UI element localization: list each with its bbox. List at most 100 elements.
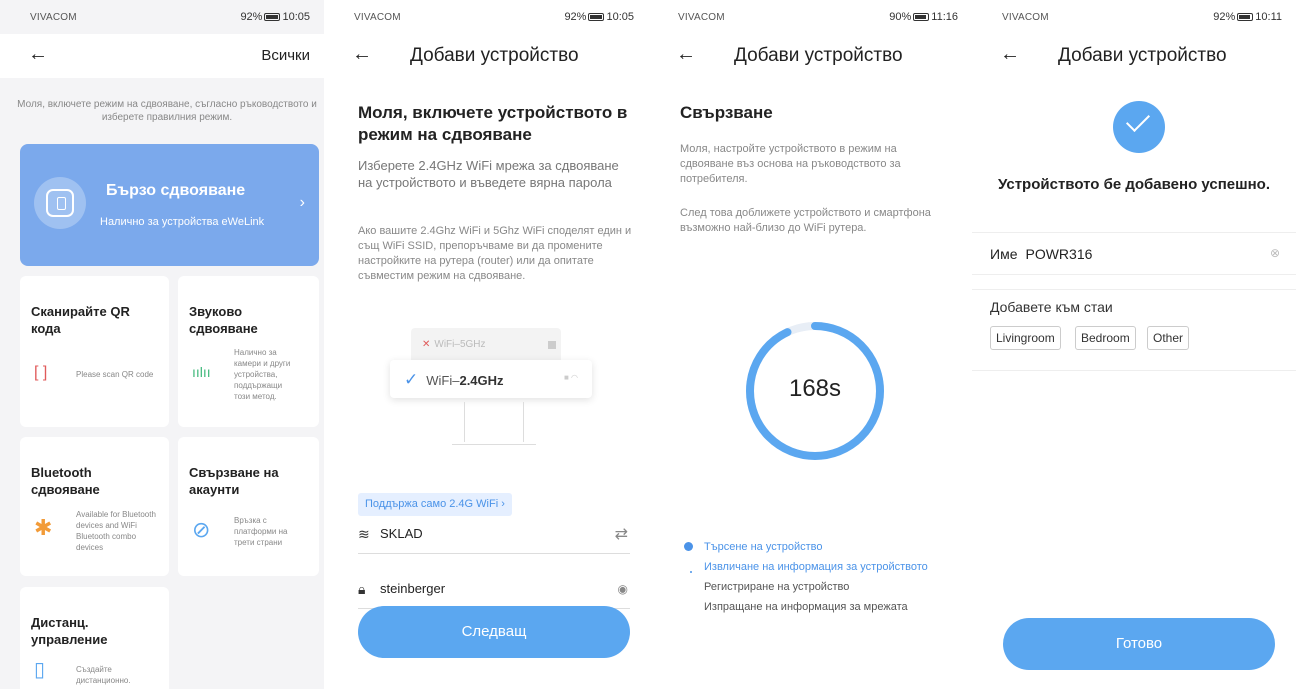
clock: 10:05 — [606, 11, 634, 23]
screen-success: VIVACOM 92% 10:11 ← Добави устройство Уст… — [972, 0, 1296, 689]
link-icon: ⊘ — [192, 517, 211, 542]
battery-percent: 90% — [889, 11, 912, 23]
device-name-row[interactable]: Име POWR316 — [990, 246, 1092, 262]
status-bar: VIVACOM 92% 10:05 — [324, 0, 648, 34]
pairing-subheading: Изберете 2.4GHz WiFi мрежа за сдвояване … — [358, 158, 619, 190]
eye-icon[interactable]: ◉ — [618, 582, 628, 596]
connecting-title: Свързване — [680, 103, 773, 122]
check-icon: ✓ — [404, 370, 419, 389]
device-name-label: Име — [990, 246, 1018, 262]
battery-icon — [588, 13, 605, 21]
carrier-label: VIVACOM — [354, 12, 401, 23]
bluetooth-icon: ✱ — [34, 515, 53, 540]
account-link-card[interactable]: Свързване на акаунти ⊘ Връзка с платформ… — [178, 437, 319, 576]
quick-pairing-card[interactable]: Бързо сдвояване Налично за устройства eW… — [20, 144, 319, 266]
password-field[interactable]: 🔒︎ steinberger ◉ — [358, 573, 630, 609]
chevron-right-icon: › — [299, 194, 305, 211]
sound-pairing-title: Звуково сдвояване — [189, 304, 258, 336]
connecting-instruction-1: Моля, настройте устройството в режим на … — [680, 143, 901, 185]
screen-connecting: VIVACOM 90% 11:16 ← Добави устройство Свъ… — [648, 0, 972, 689]
bluetooth-pairing-title: Bluetooth сдвояване — [31, 465, 100, 497]
remote-icon: ▯ — [34, 659, 46, 681]
support-24g-badge[interactable]: Поддържа само 2.4G WiFi › — [358, 493, 512, 516]
app-bar: ← Добави устройство — [648, 34, 972, 78]
device-name-input[interactable]: POWR316 — [1025, 246, 1092, 262]
sound-pairing-desc: Налично за камери и други устройства, по… — [234, 348, 291, 401]
page-title: Добави устройство — [1058, 45, 1227, 66]
screen-pairing-methods: VIVACOM 92% 10:05 ← Всички Моля, включете… — [0, 0, 324, 689]
wifi-icon: ≋ — [358, 526, 370, 542]
status-right: 90% 11:16 — [889, 11, 958, 23]
remote-control-card[interactable]: Дистанц. управление ▯ Създайте дистанцио… — [20, 587, 169, 689]
battery-icon — [264, 13, 281, 21]
step-send-network: Изпращане на информация за мрежата — [704, 601, 908, 613]
wifi-note: Ако вашите 2.4Ghz WiFi и 5Ghz WiFi споде… — [358, 225, 632, 282]
back-arrow-icon[interactable]: ← — [1000, 42, 1020, 66]
qr-scan-icon: [ ] — [34, 364, 48, 381]
page-title: Добави устройство — [410, 45, 579, 66]
room-chip-other[interactable]: Other — [1147, 326, 1190, 350]
pairing-heading: Моля, включете устройството в режим на с… — [358, 103, 628, 144]
status-bar: VIVACOM 92% 10:05 — [0, 0, 324, 34]
clock: 10:05 — [282, 11, 310, 23]
sound-wave-icon: ıılıı — [192, 364, 211, 380]
status-bar: VIVACOM 92% 10:11 — [972, 0, 1296, 34]
qr-scan-card[interactable]: Сканирайте QR кода [ ] Please scan QR co… — [20, 276, 169, 427]
clock: 11:16 — [931, 11, 958, 23]
quick-pairing-title: Бързо сдвояване — [106, 182, 246, 199]
next-button[interactable]: Следващ — [358, 606, 630, 658]
battery-icon — [913, 13, 930, 21]
account-link-desc: Връзка с платформи на трети страни — [234, 516, 288, 547]
step-register-device: Регистриране на устройство — [704, 581, 850, 593]
sound-pairing-card[interactable]: Звуково сдвояване ıılıı Налично за камер… — [178, 276, 319, 427]
bluetooth-pairing-card[interactable]: Bluetooth сдвояване ✱ Available for Blue… — [20, 437, 169, 576]
battery-icon — [1237, 13, 1254, 21]
countdown-value: 168s — [788, 375, 842, 402]
status-right: 92% 10:05 — [564, 11, 634, 23]
lock-icon — [548, 341, 556, 349]
success-message: Устройството бе добавено успешно. — [997, 176, 1271, 193]
app-bar: ← Добави устройство — [972, 34, 1296, 78]
pairing-instruction: Моля, включете режим на сдвояване, съгла… — [17, 99, 317, 123]
step-done-icon — [684, 542, 693, 551]
wifi-5ghz-row: ✕ WiFi–5GHz — [422, 339, 486, 350]
page-title: Добави устройство — [734, 45, 903, 66]
cross-icon: ✕ — [422, 339, 431, 350]
rooms-label: Добавете към стаи — [990, 299, 1113, 315]
remote-control-title: Дистанц. управление — [31, 615, 108, 647]
back-arrow-icon[interactable]: ← — [352, 42, 372, 66]
carrier-label: VIVACOM — [678, 12, 725, 23]
bluetooth-pairing-desc: Available for Bluetooth devices and WiFi… — [76, 510, 156, 552]
success-check-icon — [1113, 101, 1165, 153]
wifi-illustration: ✕ WiFi–5GHz ✓ WiFi–2.4GHz ■ ◠ — [384, 322, 604, 462]
remote-control-desc: Създайте дистанционно. — [76, 665, 131, 685]
quick-pairing-subtitle: Налично за устройства eWeLink — [100, 216, 265, 228]
ssid-value: SKLAD — [380, 526, 423, 541]
step-search-device: Търсене на устройство — [684, 539, 928, 559]
qr-scan-title: Сканирайте QR кода — [31, 304, 130, 336]
back-arrow-icon[interactable]: ← — [676, 42, 696, 66]
switch-network-icon[interactable]: ⇄ — [615, 524, 628, 544]
back-arrow-icon[interactable]: ← — [28, 42, 48, 66]
done-button[interactable]: Готово — [1003, 618, 1275, 670]
battery-percent: 92% — [1213, 11, 1236, 23]
battery-percent: 92% — [240, 11, 263, 23]
clear-icon[interactable]: ⊗ — [1270, 246, 1280, 260]
room-chip-bedroom[interactable]: Bedroom — [1075, 326, 1136, 350]
wifi-signal-icon: ■ ◠ — [563, 373, 578, 382]
account-link-title: Свързване на акаунти — [189, 465, 279, 497]
all-link[interactable]: Всички — [261, 47, 310, 64]
room-chip-livingroom[interactable]: Livingroom — [990, 326, 1061, 350]
clock: 10:11 — [1255, 11, 1282, 23]
wifi-24ghz-row: ✓ WiFi–2.4GHz — [404, 370, 504, 389]
countdown-ring: 168s — [744, 320, 886, 462]
carrier-label: VIVACOM — [1002, 12, 1049, 23]
connecting-instruction-2: След това доближете устройството и смарт… — [680, 207, 931, 234]
step-active-icon — [690, 571, 692, 573]
quick-pairing-icon — [34, 177, 86, 229]
password-value: steinberger — [380, 581, 446, 596]
status-bar: VIVACOM 90% 11:16 — [648, 0, 972, 34]
step-fetch-info: Извличане на информация за устройството — [684, 559, 928, 579]
ssid-field[interactable]: ≋ SKLAD ⇄ — [358, 518, 630, 554]
status-right: 92% 10:05 — [240, 11, 310, 23]
